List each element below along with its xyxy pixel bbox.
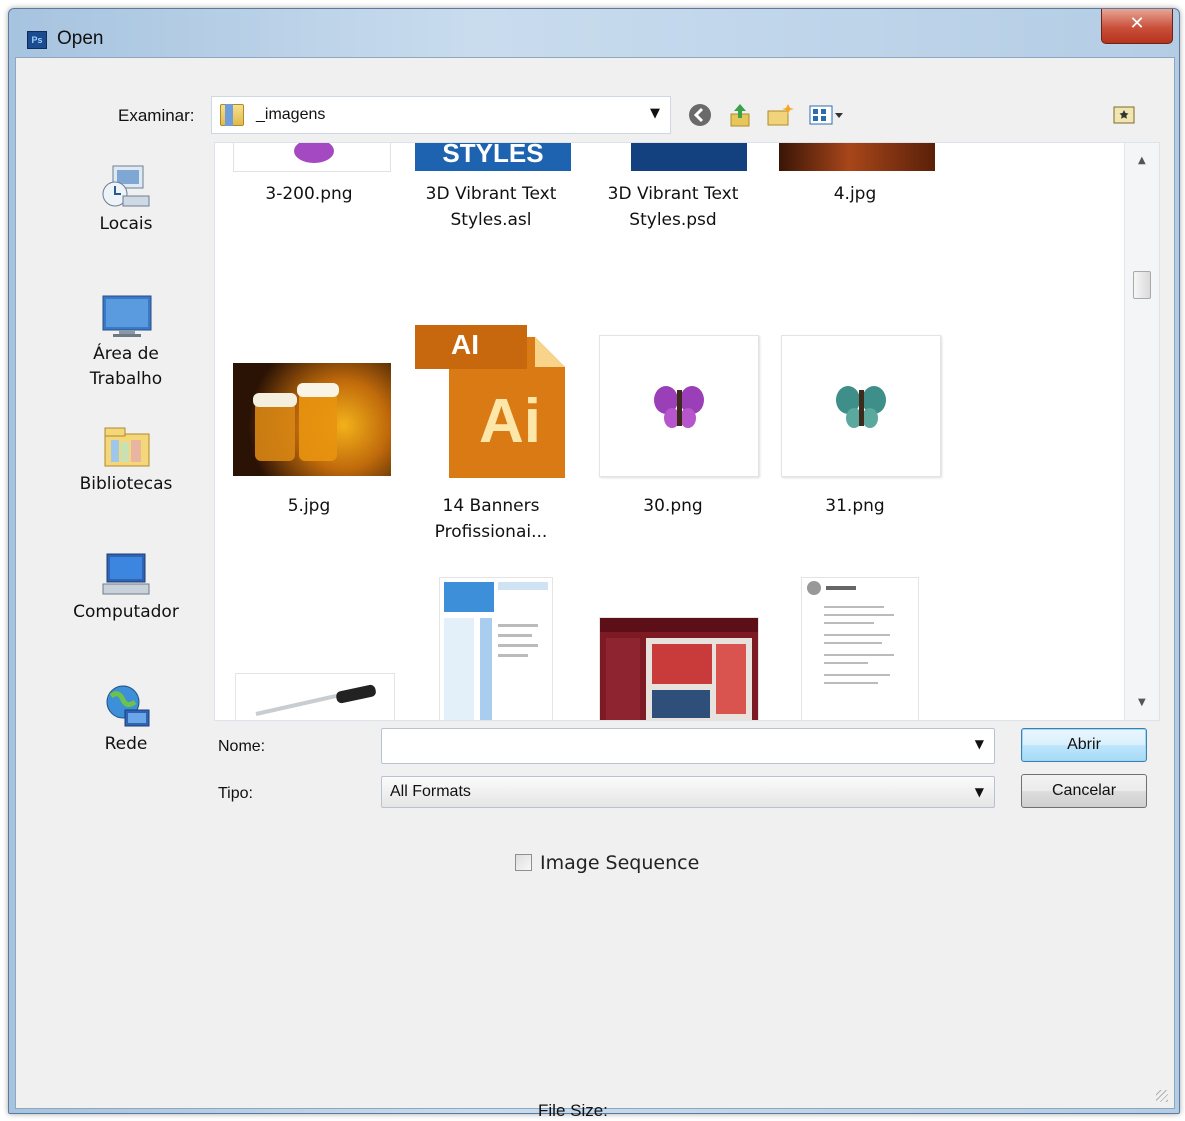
place-label: Locais <box>99 214 153 234</box>
file-size-label: File Size: <box>538 1101 608 1120</box>
file-thumbnail <box>233 143 391 172</box>
file-thumbnail <box>439 577 553 720</box>
file-name: 30.png <box>643 496 703 516</box>
file-item[interactable]: 5.jpg <box>225 283 393 516</box>
place-desktop[interactable]: Área de Trabalho <box>56 290 196 392</box>
file-thumbnail <box>779 143 935 171</box>
file-thumbnail <box>235 673 395 720</box>
file-type-select[interactable]: All Formats ▼ <box>381 776 995 808</box>
file-item[interactable]: 4.jpg <box>771 143 939 253</box>
scroll-up-icon[interactable]: ▲ <box>1138 155 1146 166</box>
file-thumbnail <box>233 363 391 476</box>
image-sequence-checkbox[interactable] <box>515 854 532 871</box>
place-recent[interactable]: Locais <box>56 160 196 237</box>
file-item[interactable]: AI Ai 14 Banners Profissionai... <box>407 283 575 542</box>
up-folder-icon[interactable] <box>726 102 754 128</box>
file-name: 3-200.png <box>265 184 353 204</box>
file-item[interactable]: STYLES 3D Vibrant Text Styles.asl <box>407 143 575 253</box>
file-thumbnail <box>801 577 919 720</box>
cancel-button[interactable]: Cancelar <box>1021 774 1147 808</box>
place-label: Bibliotecas <box>79 474 173 494</box>
thumbnail-text: STYLES <box>442 143 544 168</box>
view-menu-icon[interactable] <box>808 102 846 128</box>
chevron-down-icon[interactable]: ▼ <box>650 106 660 121</box>
file-item[interactable] <box>771 563 939 720</box>
chevron-down-icon[interactable]: ▼ <box>975 737 984 751</box>
place-label: Rede <box>104 734 148 754</box>
place-libraries[interactable]: Bibliotecas <box>56 420 196 497</box>
recent-places-icon <box>99 160 153 212</box>
bridge-icon[interactable] <box>1110 102 1138 128</box>
look-in-label: Examinar: <box>118 106 195 125</box>
computer-icon <box>99 548 153 600</box>
file-name-input[interactable]: ▼ <box>381 728 995 764</box>
file-item[interactable] <box>589 563 759 720</box>
file-name: 14 Banners Profissionai... <box>434 496 548 542</box>
file-name: 5.jpg <box>287 496 331 516</box>
file-type-label: Tipo: <box>218 785 253 802</box>
new-folder-icon[interactable] <box>766 102 794 128</box>
place-label: Computador <box>73 602 179 622</box>
scrollbar-thumb[interactable] <box>1133 271 1151 299</box>
network-icon <box>99 680 153 732</box>
back-icon[interactable] <box>686 102 714 128</box>
vertical-scrollbar[interactable]: ▲ ▼ <box>1124 143 1159 720</box>
close-button[interactable]: ✕ <box>1101 9 1173 44</box>
open-button[interactable]: Abrir <box>1021 728 1147 762</box>
image-sequence-label[interactable]: Image Sequence <box>540 852 699 874</box>
file-thumbnail <box>599 335 759 477</box>
file-thumbnail <box>781 335 941 477</box>
dialog-client-area: Examinar: _imagens ▼ Locais Área de Trab… <box>15 57 1175 1120</box>
photoshop-app-icon: Ps <box>27 31 47 49</box>
file-list-view[interactable]: 3-200.png STYLES 3D Vibrant Text Styles.… <box>214 142 1160 721</box>
file-item[interactable]: 3D Vibrant Text Styles.psd <box>589 143 757 253</box>
look-in-value: _imagens <box>256 106 326 123</box>
places-bar: Locais Área de Trabalho Bibliotecas Comp… <box>56 148 196 818</box>
libraries-icon <box>99 420 153 472</box>
scroll-down-icon[interactable]: ▼ <box>1138 697 1146 708</box>
file-item[interactable]: 31.png <box>771 283 941 516</box>
chevron-down-icon[interactable]: ▼ <box>975 785 984 799</box>
file-name: 4.jpg <box>833 184 877 204</box>
file-thumbnail <box>599 617 759 720</box>
look-in-combo[interactable]: _imagens ▼ <box>211 96 671 134</box>
file-type-value: All Formats <box>390 783 471 800</box>
file-name-label: Nome: <box>218 738 266 755</box>
file-name: 31.png <box>825 496 885 516</box>
file-name: 3D Vibrant Text Styles.psd <box>607 184 739 230</box>
place-network[interactable]: Rede <box>56 680 196 757</box>
title-bar[interactable]: Ps Open ✕ <box>9 9 1179 59</box>
desktop-icon <box>99 290 153 342</box>
file-name: 3D Vibrant Text Styles.asl <box>425 184 557 230</box>
resize-grip[interactable] <box>1156 1090 1168 1102</box>
file-item[interactable]: 30.png <box>589 283 759 516</box>
thumbnail-text: AI <box>451 329 479 360</box>
thumbnail-text: Ai <box>479 387 541 456</box>
file-item[interactable] <box>225 563 395 720</box>
place-label: Área de Trabalho <box>89 344 163 389</box>
window-title: Open <box>57 28 104 49</box>
ai-file-icon: AI Ai <box>415 323 575 478</box>
file-thumbnail: STYLES <box>415 143 571 171</box>
folder-icon <box>220 104 244 126</box>
file-thumbnail <box>631 143 747 171</box>
place-computer[interactable]: Computador <box>56 548 196 625</box>
open-dialog-window: Ps Open ✕ Examinar: _imagens ▼ Locais Ár… <box>8 8 1180 1120</box>
file-item[interactable] <box>407 563 575 720</box>
file-item[interactable]: 3-200.png <box>225 143 393 253</box>
